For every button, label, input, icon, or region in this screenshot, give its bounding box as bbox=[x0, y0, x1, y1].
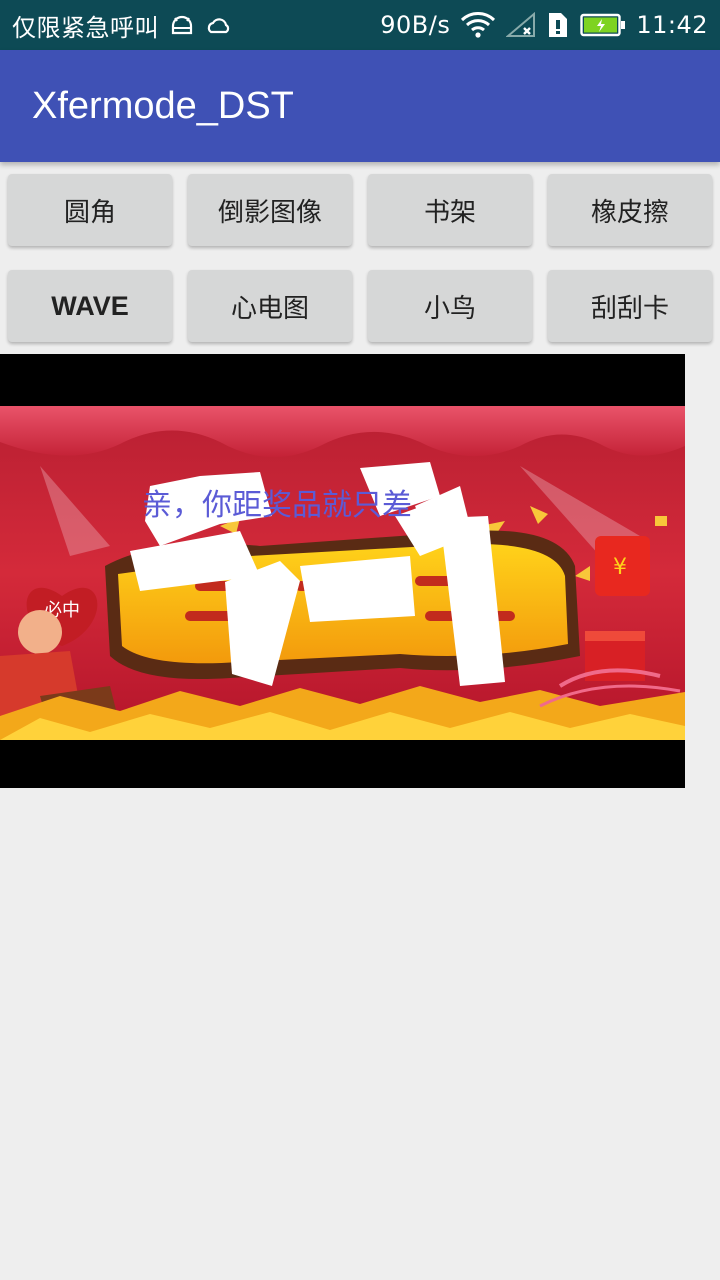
sim-icon bbox=[546, 11, 570, 39]
eraser-button[interactable]: 橡皮擦 bbox=[548, 174, 712, 246]
app-title: Xfermode_DST bbox=[32, 84, 294, 127]
bookshelf-button[interactable]: 书架 bbox=[368, 174, 532, 246]
reflection-button[interactable]: 倒影图像 bbox=[188, 174, 352, 246]
app-bar: Xfermode_DST bbox=[0, 50, 720, 162]
scratch-card-canvas[interactable]: 必中 ¥ 亲，你距奖品就只差 bbox=[0, 354, 685, 788]
scratch-card-banner-image: 必中 ¥ bbox=[0, 406, 685, 740]
battery-icon bbox=[580, 12, 626, 38]
scratch-card-button[interactable]: 刮刮卡 bbox=[548, 270, 712, 342]
cloud-icon bbox=[205, 14, 233, 36]
status-bar: 仅限紧急呼叫 90B/s 11:42 bbox=[0, 0, 720, 50]
status-right: 90B/s 11:42 bbox=[380, 11, 708, 39]
net-speed: 90B/s bbox=[380, 11, 451, 39]
bird-button[interactable]: 小鸟 bbox=[368, 270, 532, 342]
demo-button-grid: 圆角 倒影图像 书架 橡皮擦 WAVE 心电图 小鸟 刮刮卡 bbox=[0, 162, 720, 354]
signal-icon bbox=[506, 12, 536, 38]
wifi-icon bbox=[460, 11, 496, 39]
android-icon bbox=[169, 14, 195, 36]
status-left: 仅限紧急呼叫 bbox=[12, 8, 233, 43]
clock: 11:42 bbox=[636, 11, 708, 39]
wave-button[interactable]: WAVE bbox=[8, 270, 172, 342]
notification-text: 仅限紧急呼叫 bbox=[12, 13, 159, 42]
ecg-button[interactable]: 心电图 bbox=[188, 270, 352, 342]
scratch-hidden-text: 亲，你距奖品就只差 bbox=[142, 488, 412, 523]
round-corner-button[interactable]: 圆角 bbox=[8, 174, 172, 246]
